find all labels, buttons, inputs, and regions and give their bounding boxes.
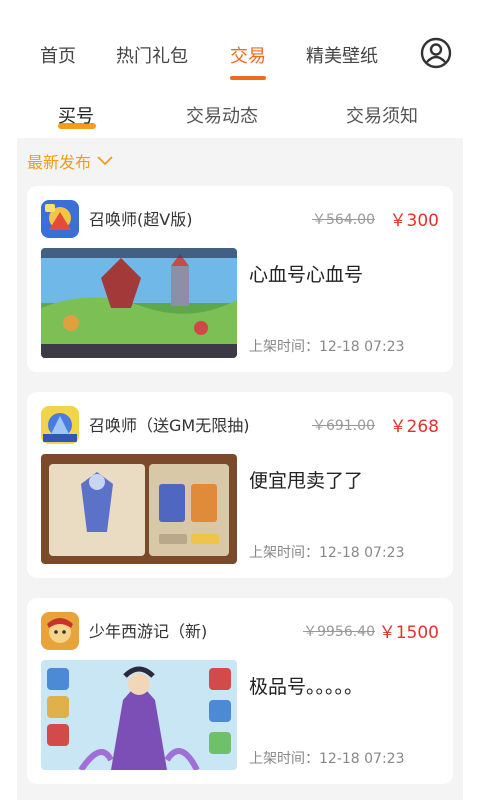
original-price: ￥9956.40 — [303, 624, 375, 640]
sale-price: ￥1500 — [378, 623, 439, 643]
sub-nav: 买号 交易动态 交易须知 — [0, 92, 480, 138]
user-circle-icon[interactable] — [420, 37, 452, 69]
journey-west-game-icon — [41, 612, 79, 650]
sort-label: 最新发布 — [27, 153, 92, 172]
game-screenshot — [41, 248, 237, 358]
summoner-gm-game-icon — [41, 406, 79, 444]
game-name: 少年西游记（新) — [89, 622, 208, 641]
game-name: 召唤师(超V版) — [89, 210, 193, 229]
listing-card[interactable]: 召唤师（送GM无限抽) ￥691.00 ￥268 便宜甩卖了了 上架时间：12-… — [27, 392, 453, 578]
tab-hot-gifts[interactable]: 热门礼包 — [116, 42, 188, 68]
summoner-game-icon — [41, 200, 79, 238]
game-screenshot — [41, 660, 237, 770]
original-price: ￥564.00 — [312, 212, 375, 228]
chevron-down-icon — [97, 156, 113, 166]
listing-description: 便宜甩卖了了 — [249, 470, 364, 492]
game-name: 召唤师（送GM无限抽) — [89, 416, 250, 435]
original-price: ￥691.00 — [312, 418, 375, 434]
listing-area: 最新发布 召唤师(超V版) ￥564.00 ￥300 心血号心血号 上架时间：1… — [17, 138, 463, 800]
sort-dropdown[interactable]: 最新发布 — [27, 150, 113, 172]
listing-description: 极品号。。。。。 — [249, 676, 364, 698]
tab-wallpapers[interactable]: 精美壁纸 — [306, 42, 378, 68]
tab-home[interactable]: 首页 — [40, 42, 76, 68]
tab-trade-news[interactable]: 交易动态 — [186, 102, 258, 128]
sale-price: ￥268 — [389, 417, 439, 437]
listing-description: 心血号心血号 — [249, 264, 364, 286]
sale-price: ￥300 — [389, 211, 439, 231]
game-screenshot — [41, 454, 237, 564]
tab-trade[interactable]: 交易 — [230, 42, 266, 68]
tab-buy-account[interactable]: 买号 — [58, 102, 94, 128]
listing-card[interactable]: 召唤师(超V版) ￥564.00 ￥300 心血号心血号 上架时间：12-18 … — [27, 186, 453, 372]
listed-time: 上架时间：12-18 07:23 — [249, 545, 405, 561]
listing-card[interactable]: 少年西游记（新) ￥9956.40 ￥1500 极品号。。。。。 上架时间：12… — [27, 598, 453, 784]
listed-time: 上架时间：12-18 07:23 — [249, 751, 405, 767]
active-tab-indicator — [230, 76, 266, 80]
tab-trade-notice[interactable]: 交易须知 — [346, 102, 418, 128]
top-nav: 首页 热门礼包 交易 精美壁纸 — [0, 0, 480, 92]
listed-time: 上架时间：12-18 07:23 — [249, 339, 405, 355]
